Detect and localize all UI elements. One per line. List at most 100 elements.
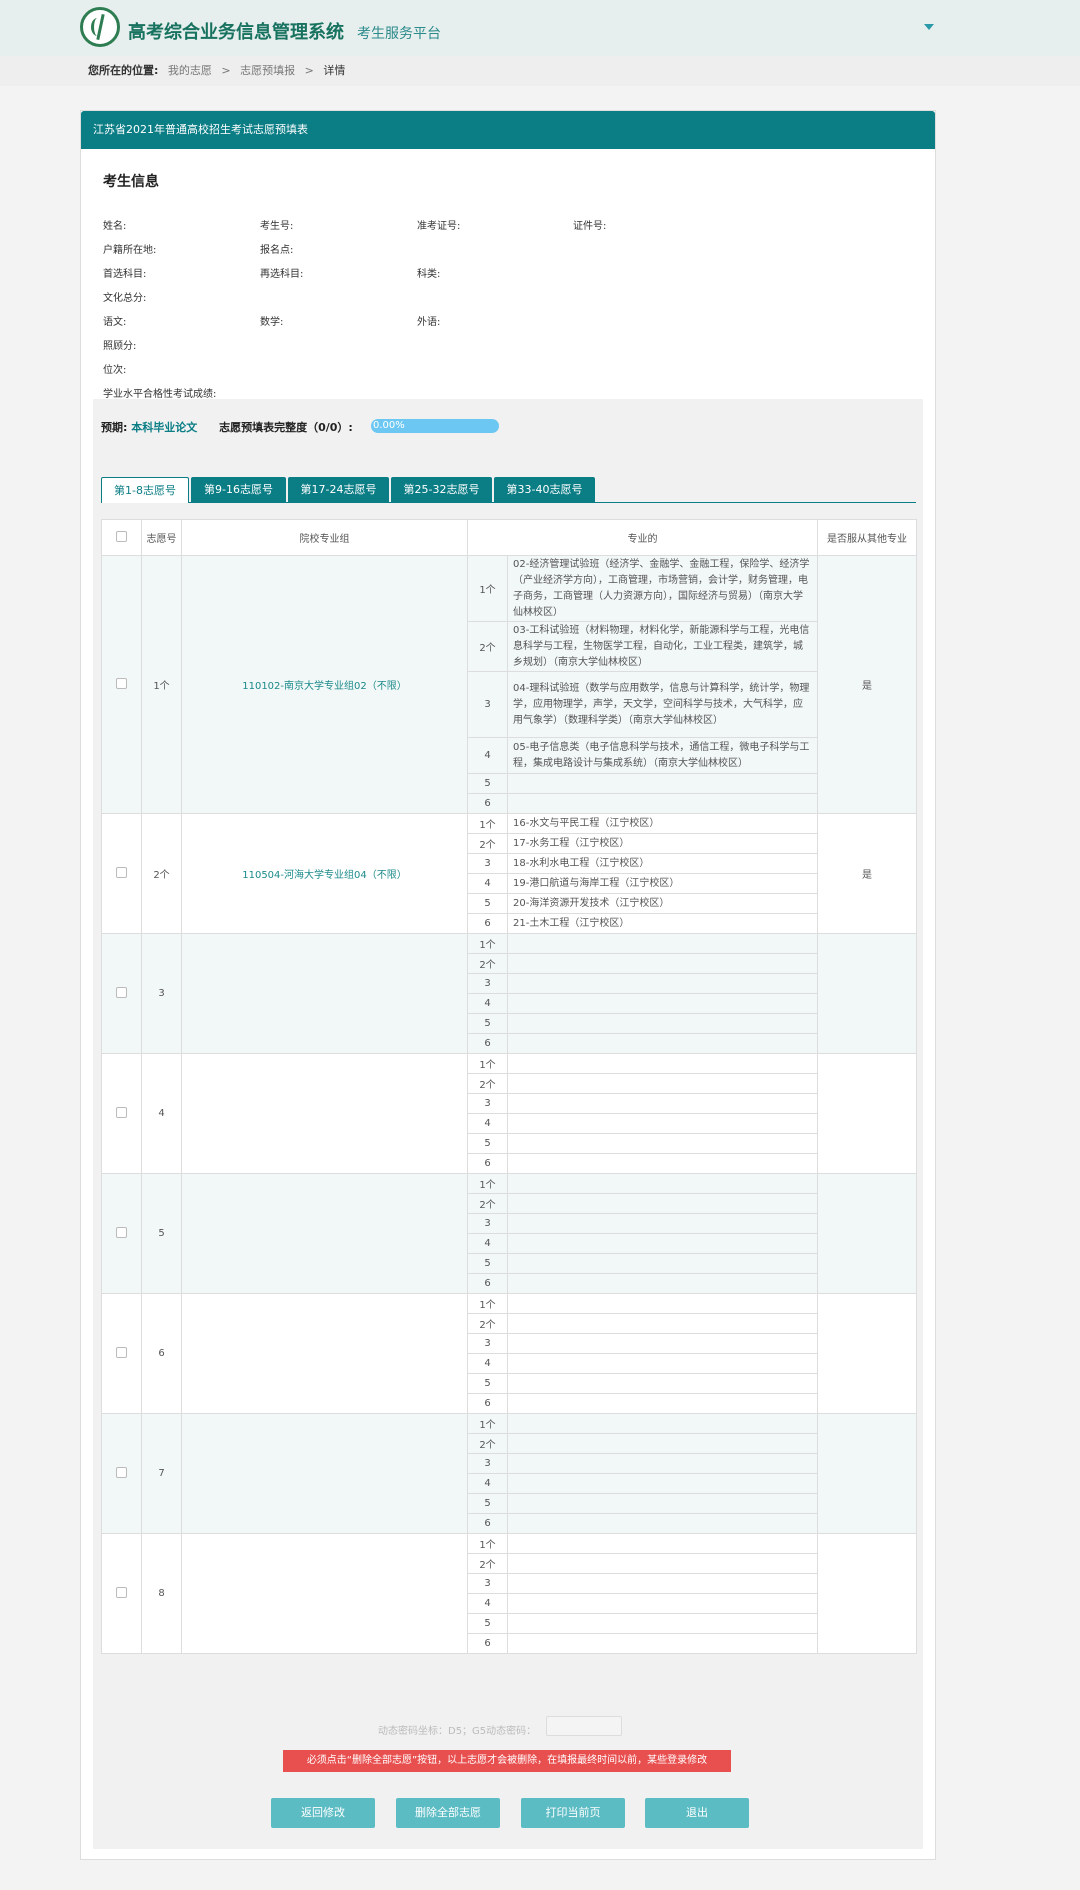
adjust-accept: 是 [817, 555, 917, 814]
field-chinese: 语文: [103, 317, 127, 328]
major-index: 2个 [467, 621, 508, 672]
major-name [507, 1433, 818, 1454]
field-total-score: 文化总分: [103, 293, 147, 304]
major-index: 3 [467, 1093, 508, 1114]
adjust-accept: 是 [817, 813, 917, 934]
major-name [507, 1013, 818, 1034]
header-major: 专业的 [467, 519, 818, 556]
major-index: 6 [467, 913, 508, 934]
major-index: 2个 [467, 953, 508, 974]
row-checkbox[interactable] [116, 1466, 127, 1478]
breadcrumb-separator-icon: > [304, 64, 314, 77]
logo-icon [80, 7, 120, 47]
field-id-no: 证件号: [573, 221, 607, 232]
row-checkbox[interactable] [116, 1586, 127, 1598]
major-name: 19-港口航道与海岸工程（江宁校区） [507, 873, 818, 894]
major-name [507, 1293, 818, 1314]
row-checkbox[interactable] [116, 1226, 127, 1238]
row-checkbox[interactable] [116, 1346, 127, 1358]
field-exam-no: 考生号: [260, 221, 294, 232]
tab-wish-17-24[interactable]: 第17-24志愿号 [288, 477, 389, 503]
major-name [507, 1473, 818, 1494]
major-name [507, 1413, 818, 1434]
row-select-cell [101, 1413, 142, 1534]
table-row: 5 1个 [101, 1173, 917, 1294]
row-checkbox[interactable] [116, 986, 127, 998]
print-page-button[interactable]: 打印当前页 [521, 1798, 625, 1828]
major-index: 3 [467, 1333, 508, 1354]
tab-wish-9-16[interactable]: 第9-16志愿号 [191, 477, 286, 503]
row-checkbox[interactable] [116, 1106, 127, 1118]
completeness-percent: 0.00% [373, 420, 405, 431]
field-domicile: 户籍所在地: [103, 245, 157, 256]
tab-wish-25-32[interactable]: 第25-32志愿号 [391, 477, 492, 503]
major-name [507, 1313, 818, 1334]
major-name [507, 1393, 818, 1414]
panel-title: 江苏省2021年普通高校招生考试志愿预填表 [81, 111, 935, 149]
tab-wish-1-8[interactable]: 第1-8志愿号 [101, 477, 189, 503]
row-select-cell [101, 1533, 142, 1654]
breadcrumb-item-prefill[interactable]: 志愿预填报 [240, 64, 295, 77]
wish-number: 5 [141, 1173, 182, 1294]
period-label: 预期: [101, 421, 128, 434]
exit-button[interactable]: 退出 [645, 1798, 749, 1828]
major-index: 4 [467, 1113, 508, 1134]
row-select-cell [101, 1293, 142, 1414]
field-rank: 位次: [103, 365, 127, 376]
user-menu-caret-icon[interactable] [924, 24, 934, 30]
field-second-subject: 再选科目: [260, 269, 304, 280]
breadcrumb-item-my-wishes[interactable]: 我的志愿 [168, 64, 212, 77]
row-checkbox[interactable] [116, 677, 127, 689]
major-index: 1个 [467, 933, 508, 954]
back-edit-button[interactable]: 返回修改 [271, 1798, 375, 1828]
major-name [507, 1213, 818, 1234]
major-name [507, 1253, 818, 1274]
major-index: 2个 [467, 1073, 508, 1094]
field-registration-site: 报名点: [260, 245, 294, 256]
tab-wish-33-40[interactable]: 第33-40志愿号 [494, 477, 595, 503]
major-name [507, 1513, 818, 1534]
major-index: 6 [467, 1033, 508, 1054]
college-group [181, 1293, 468, 1414]
table-header-row: 志愿号 院校专业组 专业的 是否服从其他专业 [101, 519, 917, 556]
row-checkbox[interactable] [116, 866, 127, 878]
platform-subtitle: 考生服务平台 [357, 26, 441, 42]
major-index: 2个 [467, 1433, 508, 1454]
dynamic-code-input[interactable] [546, 1716, 622, 1736]
major-index: 5 [467, 1013, 508, 1034]
header-wish-no: 志愿号 [141, 519, 182, 556]
major-name [507, 1373, 818, 1394]
wish-number: 4 [141, 1053, 182, 1174]
wish-number: 6 [141, 1293, 182, 1414]
major-index: 2个 [467, 1193, 508, 1214]
row-select-cell [101, 933, 142, 1054]
major-name [507, 1333, 818, 1354]
major-name [507, 1073, 818, 1094]
major-name: 03-工科试验班（材料物理，材料化学，新能源科学与工程，光电信息科学与工程，生物… [507, 621, 818, 672]
major-index: 1个 [467, 1533, 508, 1554]
delete-all-button[interactable]: 删除全部志愿 [396, 1798, 500, 1828]
select-all-checkbox[interactable] [116, 530, 127, 542]
major-name: 21-土木工程（江宁校区） [507, 913, 818, 934]
wish-range-tabs: 第1-8志愿号 第9-16志愿号 第17-24志愿号 第25-32志愿号 第33… [101, 477, 916, 503]
wish-number: 8 [141, 1533, 182, 1654]
top-header: 高考综合业务信息管理系统 考生服务平台 [0, 0, 1080, 56]
major-name [507, 1093, 818, 1114]
row-select-cell [101, 813, 142, 934]
field-admission-no: 准考证号: [417, 221, 461, 232]
major-index: 5 [467, 1493, 508, 1514]
major-index: 3 [467, 1213, 508, 1234]
major-index: 1个 [467, 1173, 508, 1194]
major-name [507, 1113, 818, 1134]
major-name [507, 1553, 818, 1574]
major-index: 3 [467, 1573, 508, 1594]
major-name [507, 933, 818, 954]
major-index: 1个 [467, 1053, 508, 1074]
major-name: 04-理科试验班（数学与应用数学，信息与计算科学，统计学，物理学，应用物理学，声… [507, 671, 818, 738]
major-name [507, 1193, 818, 1214]
wish-number: 3 [141, 933, 182, 1054]
table-row: 3 1个 [101, 933, 917, 1054]
adjust-accept [817, 1413, 917, 1534]
major-index: 6 [467, 1513, 508, 1534]
field-bonus: 照顾分: [103, 341, 137, 352]
